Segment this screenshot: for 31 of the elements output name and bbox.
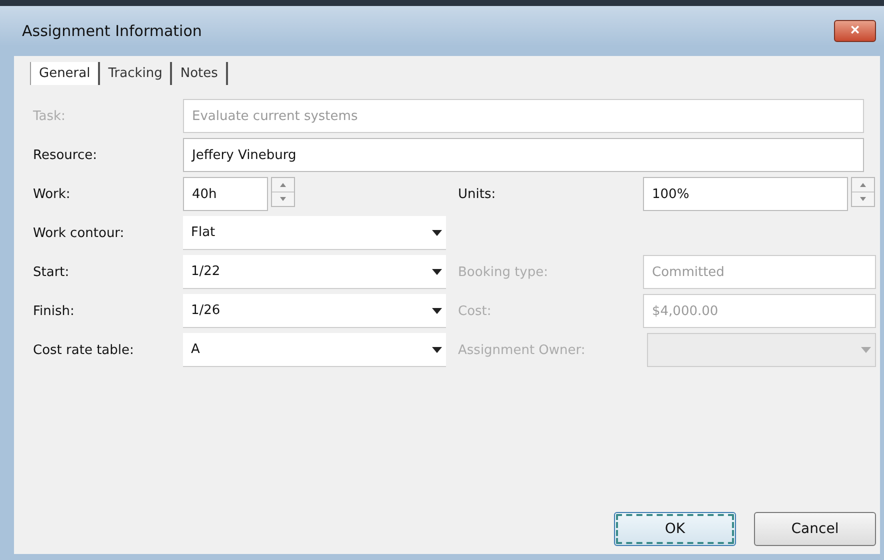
caret-icon bbox=[432, 308, 442, 314]
dropdown[interactable]: 1/22 bbox=[183, 255, 446, 289]
field-label: Work contour: bbox=[33, 226, 126, 240]
field-label: Resource: bbox=[33, 148, 98, 162]
tab[interactable]: Notes bbox=[172, 62, 228, 85]
spinner-icon[interactable] bbox=[271, 177, 295, 207]
tab[interactable]: General bbox=[30, 62, 100, 85]
field-label: Task: bbox=[33, 108, 66, 124]
text-field[interactable]: Jeffery Vineburg bbox=[183, 138, 864, 172]
number-field[interactable]: 40h bbox=[183, 177, 268, 211]
field-label: Finish: bbox=[33, 304, 76, 318]
field-label: Assignment Owner: bbox=[458, 342, 586, 358]
tab[interactable]: Tracking bbox=[100, 62, 172, 85]
field-label: Booking type: bbox=[458, 264, 550, 280]
field-label: Cost rate table: bbox=[33, 342, 135, 358]
dropdown[interactable]: 1/26 bbox=[183, 294, 446, 328]
field-label: Work: bbox=[33, 186, 72, 202]
window-title: Assignment Information bbox=[21, 22, 202, 40]
dropdown[interactable]: A bbox=[183, 333, 446, 367]
field-label: Start: bbox=[33, 264, 70, 280]
dropdown[interactable]: Flat bbox=[183, 216, 446, 250]
field-label: Cost: bbox=[458, 304, 492, 318]
caret-icon bbox=[432, 346, 442, 352]
field-label: Units: bbox=[458, 186, 497, 202]
caret-icon bbox=[432, 268, 442, 274]
caret-icon bbox=[432, 230, 442, 236]
dialog-button[interactable]: OK bbox=[614, 512, 736, 546]
number-field[interactable]: 100% bbox=[643, 177, 848, 211]
dialog-button[interactable]: Cancel bbox=[754, 512, 876, 546]
caret-icon bbox=[861, 347, 871, 353]
spinner-icon[interactable] bbox=[851, 177, 875, 207]
